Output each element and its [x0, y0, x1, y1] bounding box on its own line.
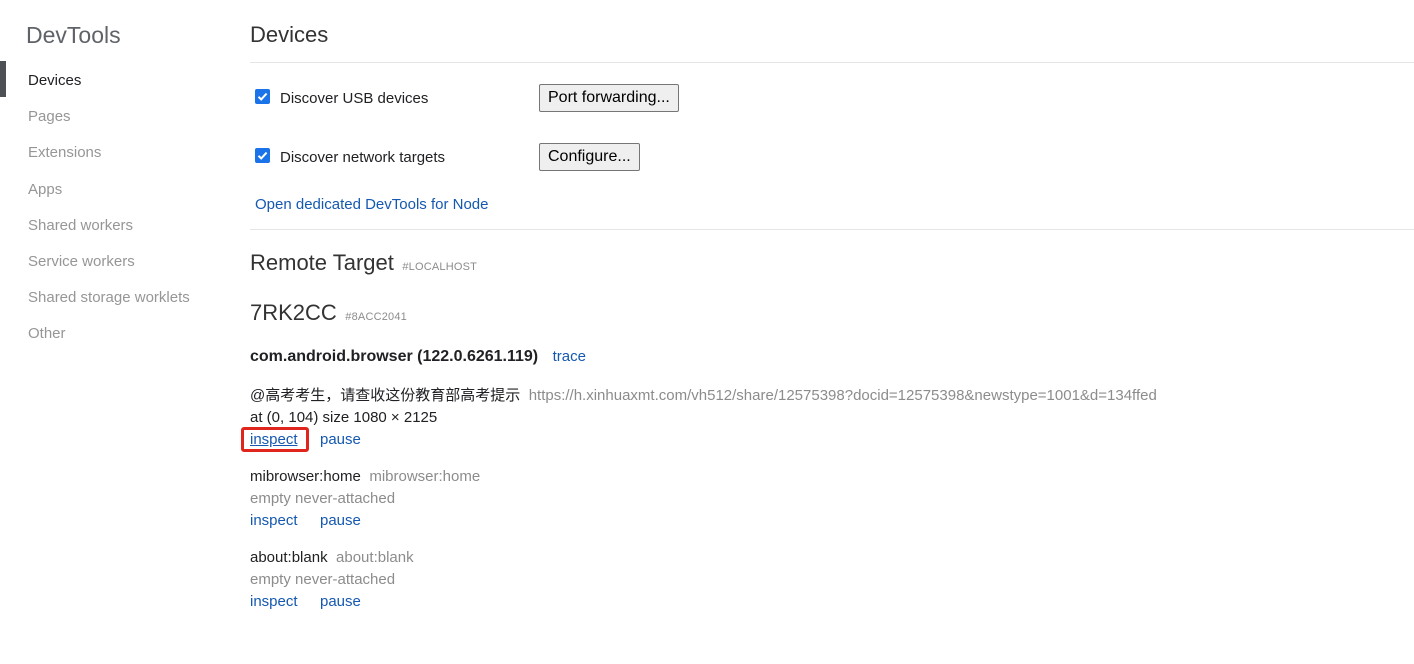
checkmark-icon [257, 151, 268, 160]
browser-name: com.android.browser (122.0.6261.119) [250, 348, 539, 365]
remote-target-title: Remote Target [250, 250, 394, 275]
sidebar-item-other[interactable]: Other [0, 317, 230, 353]
inspect-link[interactable]: inspect [250, 511, 298, 531]
main-content: Devices Discover USB devices Port forwar… [241, 0, 1414, 664]
sidebar-nav: Devices Pages Extensions Apps Shared wor… [0, 60, 230, 354]
sidebar-item-shared-workers[interactable]: Shared workers [0, 209, 230, 245]
pause-link[interactable]: pause [320, 511, 361, 531]
sidebar-item-devices[interactable]: Devices [0, 60, 230, 100]
device-header: 7RK2CC #8ACC2041 [250, 299, 407, 327]
page-entry-title-row: mibrowser:home mibrowser:home [250, 467, 480, 487]
page-entry-title-row: about:blank about:blank [250, 548, 414, 568]
sidebar-item-pages[interactable]: Pages [0, 100, 230, 136]
page-title-text: @高考考生，请查收这份教育部高考提示 [250, 387, 521, 404]
pause-link[interactable]: pause [320, 430, 361, 450]
device-name: 7RK2CC [250, 300, 337, 325]
devtools-page: DevTools Devices Pages Extensions Apps S… [0, 0, 1414, 664]
pause-link[interactable]: pause [320, 592, 361, 612]
sidebar-item-service-workers[interactable]: Service workers [0, 245, 230, 281]
trace-link[interactable]: trace [553, 348, 586, 365]
discover-usb-label: Discover USB devices [280, 90, 429, 107]
checkmark-icon [257, 92, 268, 101]
header-divider [250, 62, 1414, 63]
sidebar-item-apps[interactable]: Apps [0, 173, 230, 209]
inspect-link[interactable]: inspect [250, 430, 298, 450]
sidebar: DevTools Devices Pages Extensions Apps S… [0, 0, 230, 664]
page-title: Devices [250, 22, 329, 47]
node-devtools-link[interactable]: Open dedicated DevTools for Node [255, 195, 488, 215]
page-url: https://h.xinhuaxmt.com/vh512/share/1257… [528, 387, 1157, 404]
inspect-link[interactable]: inspect [250, 592, 298, 612]
discover-network-checkbox[interactable] [255, 148, 270, 163]
page-title-text: about:blank [250, 549, 328, 566]
page-url: about:blank [336, 549, 414, 566]
page-info: at (0, 104) size 1080 × 2125 [250, 409, 438, 426]
page-title-text: mibrowser:home [250, 468, 361, 485]
page-url: mibrowser:home [369, 468, 481, 485]
remote-target-header: Remote Target #LOCALHOST [250, 249, 477, 277]
page-info: empty never-attached [250, 571, 396, 588]
remote-target-id: #LOCALHOST [402, 261, 478, 273]
browser-header: com.android.browser (122.0.6261.119) tra… [250, 346, 586, 368]
port-forwarding-button[interactable]: Port forwarding... [539, 84, 679, 112]
discover-usb-checkbox[interactable] [255, 89, 270, 104]
app-title: DevTools [26, 22, 121, 48]
sidebar-item-extensions[interactable]: Extensions [0, 136, 230, 172]
device-id: #8ACC2041 [345, 311, 407, 323]
configure-button[interactable]: Configure... [539, 143, 640, 171]
discover-network-label: Discover network targets [280, 149, 446, 166]
section-divider [250, 229, 1414, 230]
page-info: empty never-attached [250, 490, 396, 507]
page-entry-title-row: @高考考生，请查收这份教育部高考提示 https://h.xinhuaxmt.c… [250, 386, 1157, 406]
sidebar-item-shared-storage-worklets[interactable]: Shared storage worklets [0, 281, 230, 317]
